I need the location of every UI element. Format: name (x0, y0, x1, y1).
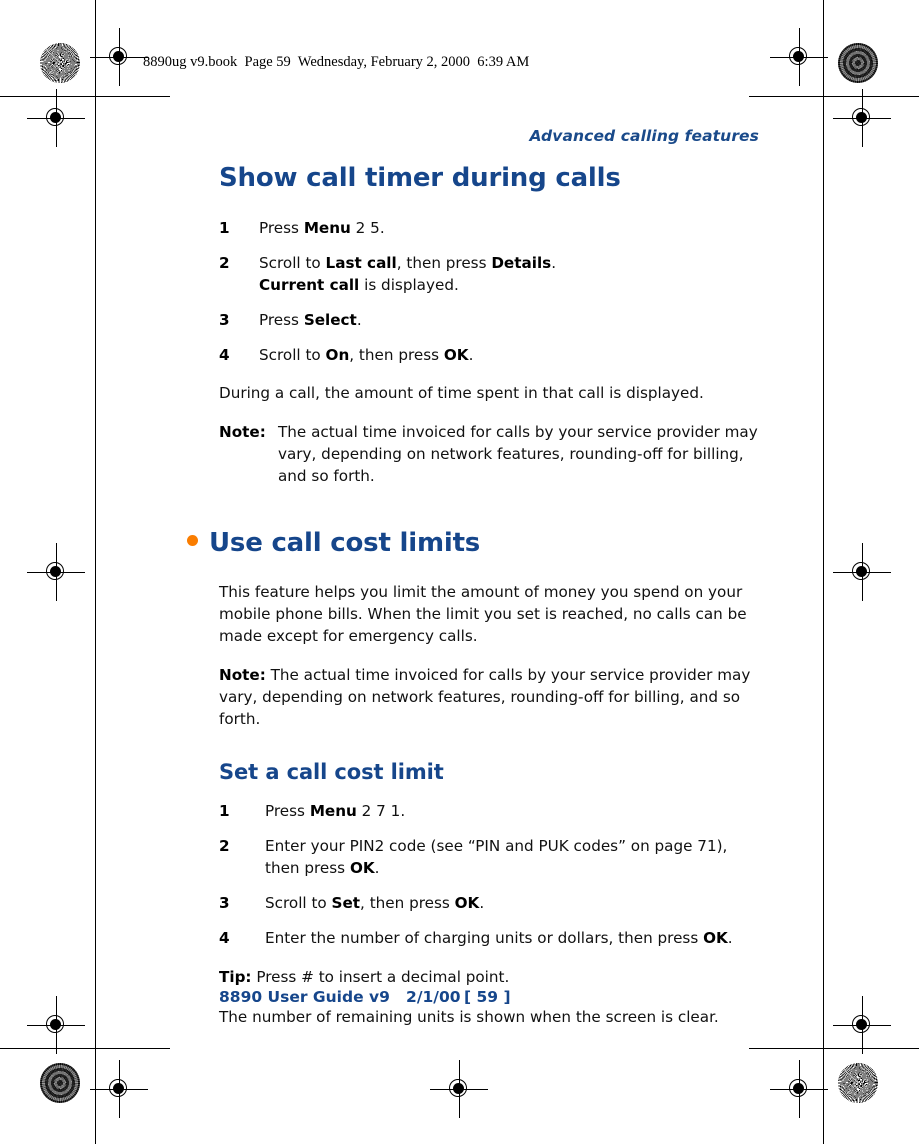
section-2-heading-text: Use call cost limits (209, 527, 481, 558)
ui-term: Details (491, 254, 552, 273)
step-text: Enter your PIN2 code (see “PIN and PUK c… (265, 836, 728, 877)
step-number: 4 (219, 346, 230, 365)
ui-term: Menu (309, 801, 357, 820)
ui-term: On (325, 346, 350, 365)
procedure-list-set-call-cost-limit: 1 Press Menu 2 7 1. 2 Enter your PIN2 code … (219, 800, 759, 949)
paragraph-during-a-call: During a call, the amount of time spent … (219, 384, 704, 403)
paragraph-remaining-units: The number of remaining units is shown w… (219, 1008, 719, 1027)
procedure-step: 3 Press Select. (219, 309, 759, 331)
document-page: 8890ug v9.book Page 59 Wednesday, Februa… (0, 0, 919, 1144)
registration-target-right-middle (833, 543, 891, 601)
procedure-step: 4 Scroll to On, then press OK. (219, 344, 759, 366)
registration-target-bottom-right (770, 1060, 828, 1118)
ui-term: Menu (303, 219, 351, 237)
procedure-list-show-call-timer: 1 Press Menu 2 5. 2 Scroll to Last call, th… (219, 217, 759, 366)
trim-line-bottom (0, 1048, 170, 1049)
ui-term: Select (303, 311, 357, 330)
procedure-step: 4 Enter the number of charging units or d… (219, 927, 759, 949)
running-header: Advanced calling features (529, 127, 759, 145)
registration-target-bottom-left (90, 1060, 148, 1118)
footer-guide-title: 8890 User Guide v9 2/1/00 (219, 988, 461, 1006)
ui-term: OK (703, 928, 728, 947)
step-number: 4 (219, 928, 230, 947)
section-1-heading-text: Show call timer during calls (219, 163, 621, 193)
ui-term: Set (331, 893, 361, 912)
trim-line-bottom-right (749, 1048, 919, 1049)
trim-line-top-right (749, 96, 919, 97)
step-number: 3 (219, 311, 230, 330)
note-text-2: The actual time invoiced for calls by yo… (219, 665, 751, 729)
step-text: Press Menu 2 7 1. (265, 801, 406, 820)
registration-target-bottom-center (430, 1060, 488, 1118)
procedure-step: 1 Press Menu 2 7 1. (219, 800, 759, 822)
step-text: Scroll to Set, then press OK. (265, 893, 485, 912)
section-2-heading: Use call cost limits (187, 528, 759, 558)
source-file-bar: 8890ug v9.book Page 59 Wednesday, Februa… (143, 54, 530, 70)
step-number: 1 (219, 801, 230, 820)
procedure-step: 1 Press Menu 2 5. (219, 217, 759, 239)
color-rosette-top-right (838, 43, 878, 83)
step-number: 2 (219, 836, 230, 855)
tip-text: Press # to insert a decimal point. (256, 967, 510, 986)
note-label: Note: (219, 422, 266, 441)
step-text: Press Select. (259, 311, 362, 330)
procedure-step: 2 Enter your PIN2 code (see “PIN and PUK … (219, 835, 759, 879)
ui-term: OK (443, 346, 469, 365)
paragraph-feature-intro: This feature helps you limit the amount … (219, 582, 747, 646)
color-rosette-bottom-left (40, 1063, 80, 1103)
note-call-timer: Note: The actual time invoiced for calls… (219, 421, 759, 487)
registration-target-top-right (770, 28, 828, 86)
ui-term: Last call (325, 254, 397, 273)
color-rosette-top-left (40, 43, 80, 83)
section-bullet-icon (187, 534, 198, 546)
tip-decimal-point: Tip: Press # to insert a decimal point. (219, 966, 759, 988)
step-text: Scroll to Last call, then press Details.… (259, 254, 557, 295)
trim-line-right (823, 0, 824, 1144)
registration-target-left-middle (27, 543, 85, 601)
trim-line-top (0, 96, 170, 97)
ui-term: OK (349, 858, 375, 877)
note-text: The actual time invoiced for calls by yo… (278, 422, 758, 485)
registration-target-right-lower (833, 996, 891, 1054)
note-label-2: Note: (219, 665, 266, 684)
note-call-cost-limits: Note: The actual time invoiced for calls… (219, 664, 759, 731)
ui-term: Current call (259, 276, 360, 295)
registration-target-left-lower (27, 996, 85, 1054)
trim-line-left (95, 0, 96, 1144)
step-number: 3 (219, 893, 230, 912)
step-number: 1 (219, 219, 230, 237)
tip-label: Tip: (219, 967, 252, 986)
step-text: Press Menu 2 5. (259, 219, 385, 237)
step-text: Scroll to On, then press OK. (259, 346, 474, 365)
color-rosette-bottom-right (838, 1063, 878, 1103)
registration-target-left-upper (27, 89, 85, 147)
subsection-heading-set-a-call-cost-limit: Set a call cost limit (219, 759, 444, 784)
procedure-step: 2 Scroll to Last call, then press Details… (219, 252, 759, 296)
step-text: Enter the number of charging units or do… (265, 928, 733, 947)
content-column: 1 Press Menu 2 5. 2 Scroll to Last call, th… (187, 204, 759, 1029)
ui-term: OK (454, 893, 480, 912)
registration-target-top-left (90, 28, 148, 86)
procedure-step: 3 Scroll to Set, then press OK. (219, 892, 759, 914)
footer-page-number: [ 59 ] (464, 988, 511, 1006)
page-title: Show call timer during calls (219, 163, 621, 193)
step-number: 2 (219, 254, 230, 273)
registration-target-right-upper (833, 89, 891, 147)
